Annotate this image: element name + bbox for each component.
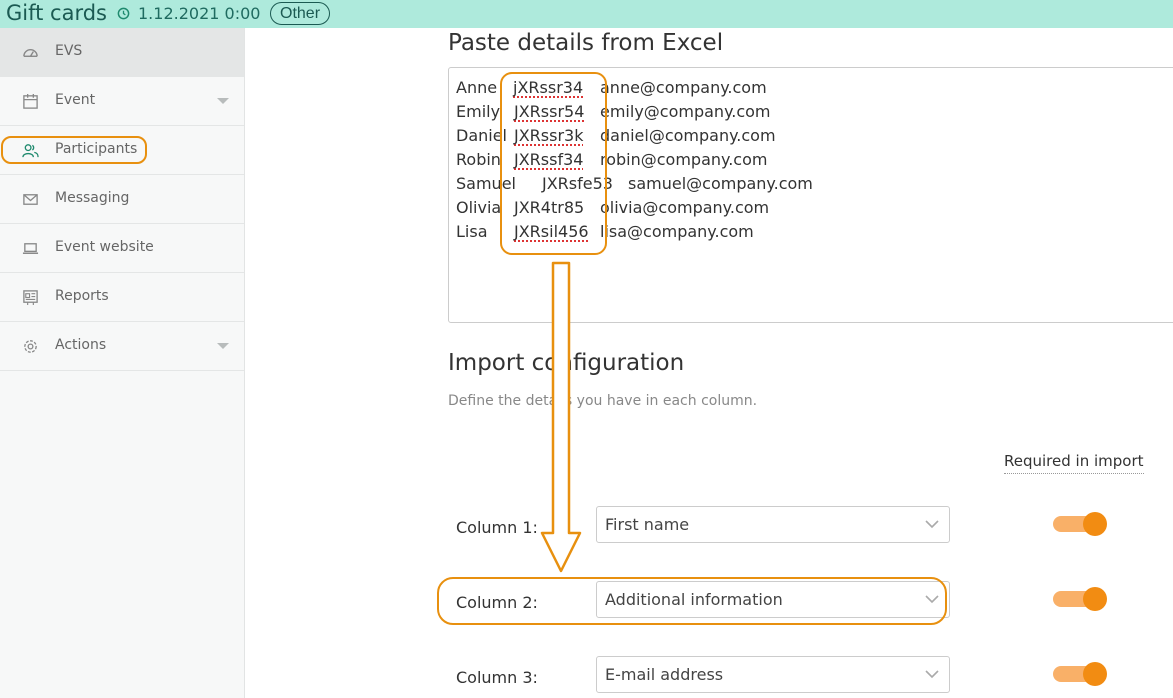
- chevron-down-icon: [925, 670, 939, 679]
- column-2-highlight-outline: [437, 577, 947, 625]
- paste-email: daniel@company.com: [600, 126, 776, 145]
- speedometer-icon: [23, 48, 38, 57]
- column-3-label: Column 3:: [456, 668, 538, 687]
- sidebar-item-event[interactable]: Event: [0, 77, 244, 126]
- sidebar-item-label: Event website: [55, 239, 154, 255]
- column-3-select-value: E-mail address: [605, 665, 724, 684]
- paste-row: Lisa JXRsil456 lisa@company.com: [456, 222, 754, 298]
- paste-email: emily@company.com: [600, 102, 771, 121]
- toggle-knob: [1083, 662, 1107, 686]
- calendar-icon: [23, 93, 38, 109]
- sidebar-item-messaging[interactable]: Messaging: [0, 175, 244, 224]
- sidebar-item-label: Event: [55, 92, 96, 108]
- column-1-label: Column 1:: [456, 518, 538, 537]
- top-bar: Gift cards 1.12.2021 0:00 Other: [0, 0, 1173, 28]
- import-section-subtitle: Define the details you have in each colu…: [448, 393, 758, 409]
- category-badge[interactable]: Other: [270, 2, 331, 25]
- chevron-down-icon[interactable]: [217, 343, 229, 349]
- down-arrow-annotation: [540, 261, 582, 573]
- code-column-highlight-outline: [500, 72, 607, 255]
- paste-name: Emily: [456, 102, 501, 121]
- sidebar: EVS Event Participants Messaging Event w…: [0, 28, 245, 698]
- laptop-icon: [22, 243, 39, 254]
- sidebar-item-label: EVS: [55, 43, 83, 59]
- event-date: 1.12.2021 0:00: [138, 4, 261, 23]
- column-2-required-toggle[interactable]: [1053, 586, 1107, 612]
- column-1-select-value: First name: [605, 515, 690, 534]
- clock-icon: [117, 7, 130, 20]
- sidebar-item-actions[interactable]: Actions: [0, 322, 244, 371]
- sidebar-item-label: Messaging: [55, 190, 130, 206]
- paste-email: lisa@company.com: [600, 222, 754, 241]
- paste-name: Anne: [456, 78, 498, 97]
- report-icon: [23, 290, 38, 306]
- chevron-down-icon: [925, 520, 939, 529]
- paste-name: Robin: [456, 150, 501, 169]
- column-1-required-toggle[interactable]: [1053, 511, 1107, 537]
- column-3-select[interactable]: E-mail address: [596, 656, 950, 693]
- column-3-required-toggle[interactable]: [1053, 661, 1107, 687]
- toggle-knob: [1083, 512, 1107, 536]
- paste-email: olivia@company.com: [600, 198, 770, 217]
- sidebar-item-label: Reports: [55, 288, 109, 304]
- chevron-down-icon[interactable]: [217, 98, 229, 104]
- column-1-select[interactable]: First name: [596, 506, 950, 543]
- participants-highlight-outline: [1, 136, 147, 164]
- paste-name: Olivia: [456, 198, 502, 217]
- paste-section-heading: Paste details from Excel: [448, 30, 724, 56]
- sidebar-item-label: Actions: [55, 337, 107, 353]
- sidebar-item-evs[interactable]: EVS: [0, 28, 244, 77]
- paste-email: robin@company.com: [600, 150, 768, 169]
- gear-icon: [24, 340, 37, 353]
- sidebar-item-event-website[interactable]: Event website: [0, 224, 244, 273]
- page-title: Gift cards: [6, 1, 107, 25]
- paste-name: Lisa: [456, 222, 488, 241]
- required-column-header: Required in import: [1004, 452, 1144, 474]
- paste-email: samuel@company.com: [628, 174, 813, 193]
- toggle-knob: [1083, 587, 1107, 611]
- envelope-icon: [23, 194, 38, 205]
- sidebar-item-reports[interactable]: Reports: [0, 273, 244, 322]
- paste-email: anne@company.com: [600, 78, 767, 97]
